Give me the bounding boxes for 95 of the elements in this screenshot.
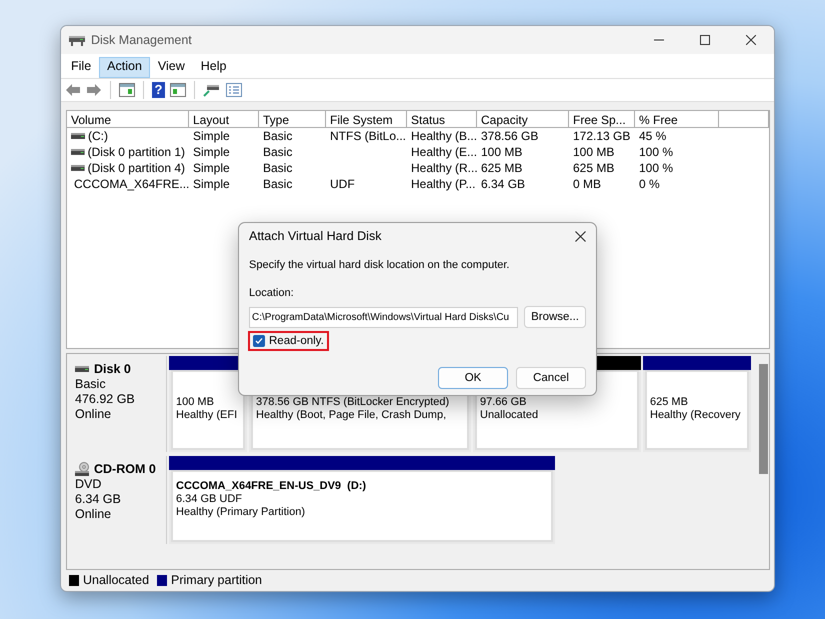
legend-swatch [157,574,168,586]
maximize-icon [700,35,710,45]
table-cell: 625 MB [573,161,614,175]
menu-item[interactable]: View [150,57,193,78]
partition-block[interactable]: 625 MB Healthy (Recovery [643,356,751,452]
menu-item[interactable]: File [63,57,100,78]
back-arrow-icon[interactable] [65,83,81,97]
table-cell: NTFS (BitLo... [330,129,406,143]
table-cell: 172.13 GB [573,129,630,143]
table-cell: CCCOMA_X64FRE... [74,177,190,191]
column-header[interactable]: % Free [635,111,719,128]
table-cell: Basic [263,145,292,159]
disk-detail: Basic [75,377,107,391]
table-cell: 100 MB [573,145,614,159]
checklist-icon[interactable] [226,83,242,97]
help-icon[interactable]: ? [152,82,165,98]
disk-detail: Online [75,407,112,421]
drive-icon [75,365,89,373]
partition-detail: Unallocated [480,409,538,421]
window-title: Disk Management [91,33,193,47]
dialog-prompt: Specify the virtual hard disk location on the computer. [249,259,510,271]
column-header[interactable]: Volume [67,111,189,128]
column-header[interactable]: Layout [189,111,259,128]
table-cell: 0 % [639,177,660,191]
table-cell: (Disk 0 partition 1) [88,145,185,159]
table-cell: 100 % [639,145,674,159]
table-cell: 100 MB [481,145,522,159]
column-header[interactable]: File System [326,111,407,128]
close-icon [746,35,756,45]
partition-title: CCCOMA_X64FRE_EN-US_DV9 (D:) [176,480,366,492]
location-label: Location: [249,287,295,299]
drive-icon [71,164,85,172]
partition-detail: 97.66 GB [480,396,526,408]
drive-connect-icon[interactable] [203,83,221,97]
minimize-icon [654,39,664,41]
window-pane-icon[interactable] [119,83,135,97]
partition-detail: Healthy (EFI [176,409,238,421]
table-cell: (Disk 0 partition 4) [88,161,185,175]
optical-drive-icon [75,462,89,476]
table-cell: 100 % [639,161,674,175]
partition-block[interactable]: CCCOMA_X64FRE_EN-US_DV9 (D:) 6.34 GB UDF Healthy (Primary Partition) [169,456,555,544]
partition-block[interactable]: 100 MB Healthy (EFI [169,356,247,452]
legend-swatch [69,574,79,586]
table-cell: Simple [193,177,230,191]
ok-button[interactable]: OK [438,367,508,389]
partition-detail: 625 MB [650,396,688,408]
drive-icon [71,148,85,156]
partition-detail: Healthy (Recovery [650,409,740,421]
table-cell: 378.56 GB [481,129,538,143]
table-cell: 0 MB [573,177,602,191]
menu-item[interactable]: Help [192,57,234,78]
table-cell: Simple [193,145,230,159]
column-header[interactable]: Status [407,111,477,128]
table-cell: Simple [193,161,230,175]
drive-icon [71,132,85,140]
disk-detail: Online [75,507,112,521]
partition-detail: 378.56 GB NTFS (BitLocker Encrypted) [256,396,450,408]
table-cell: Healthy (R... [411,161,478,175]
table-cell: Simple [193,129,230,143]
disk-name: CD-ROM 0 [94,462,156,476]
location-field[interactable]: C:\ProgramData\Microsoft\Windows\Virtual Hard Disks\Cu [249,306,518,328]
legend-label: Unallocated [83,573,150,587]
table-cell: (C:) [88,129,108,143]
disk-detail: 476.92 GB [75,392,136,406]
cancel-button[interactable]: Cancel [516,367,586,389]
legend-label: Primary partition [171,573,262,587]
table-cell: Healthy (P... [411,177,476,191]
table-cell: 45 % [639,129,666,143]
table-cell: UDF [330,177,355,191]
partition-detail: 6.34 GB UDF [176,493,242,505]
column-header[interactable]: Free Sp... [569,111,635,128]
table-cell: Basic [263,129,292,143]
table-cell: Basic [263,161,292,175]
column-header[interactable]: Type [259,111,326,128]
disk-name: Disk 0 [94,362,131,376]
window-pane-icon[interactable] [170,83,186,97]
partition-detail: Healthy (Boot, Page File, Crash Dump, [256,409,446,421]
partition-detail: 100 MB [176,396,214,408]
partition-detail: Healthy (Primary Partition) [176,506,305,518]
disk-management-icon [69,34,85,46]
table-cell: Healthy (B... [411,129,478,143]
column-header[interactable]: Capacity [477,111,569,128]
table-cell: 6.34 GB [481,177,526,191]
dialog-title: Attach Virtual Hard Disk [249,229,382,243]
read-only-checkbox[interactable] [253,335,265,347]
browse-button[interactable]: Browse... [524,306,586,328]
close-button[interactable] [575,230,586,242]
table-cell: Healthy (E... [411,145,478,159]
disk-detail: DVD [75,477,102,491]
forward-arrow-icon[interactable] [86,83,102,97]
checkbox-label[interactable]: Read-only. [269,335,324,347]
disk-detail: 6.34 GB [75,492,122,506]
table-cell: 625 MB [481,161,522,175]
table-cell: Basic [263,177,292,191]
menu-item[interactable]: Action [99,57,150,78]
